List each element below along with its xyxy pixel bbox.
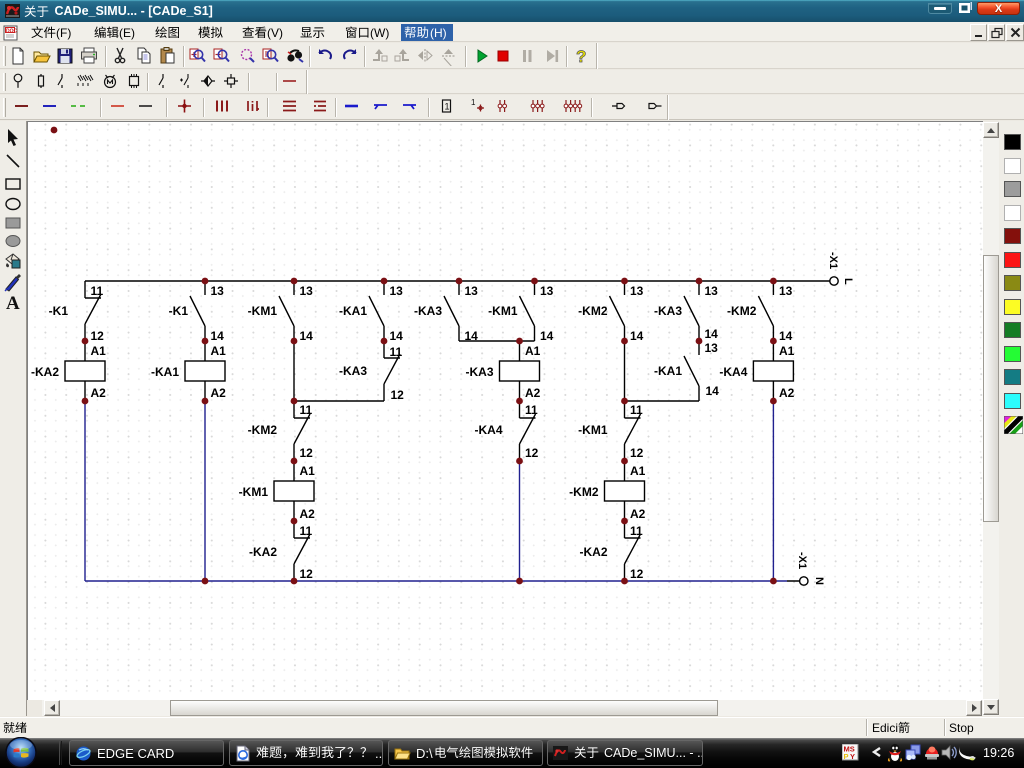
- svg-text:-KM2: -KM2: [569, 485, 599, 499]
- svg-text:14: 14: [390, 329, 404, 343]
- svg-text:12: 12: [91, 329, 105, 343]
- svg-text:14: 14: [779, 329, 793, 343]
- svg-text:-KM1: -KM1: [248, 304, 278, 318]
- svg-text:11: 11: [91, 284, 104, 298]
- svg-text:13: 13: [211, 284, 225, 298]
- svg-text:-KA4: -KA4: [719, 365, 747, 379]
- svg-text:13: 13: [705, 284, 719, 298]
- svg-text:A2: A2: [630, 507, 646, 521]
- svg-text:A1: A1: [211, 344, 227, 358]
- svg-text:-K1: -K1: [169, 304, 189, 318]
- svg-text:11: 11: [300, 403, 313, 417]
- svg-text:11: 11: [300, 524, 313, 538]
- svg-text:-KM1: -KM1: [488, 304, 518, 318]
- svg-text:-KA1: -KA1: [339, 304, 367, 318]
- svg-text:12: 12: [391, 388, 405, 402]
- svg-text:-X1: -X1: [796, 552, 808, 569]
- svg-text:-KA2: -KA2: [31, 365, 59, 379]
- svg-text:14: 14: [705, 327, 719, 341]
- svg-text:N: N: [813, 577, 825, 585]
- svg-text:13: 13: [390, 284, 404, 298]
- svg-text:14: 14: [540, 329, 554, 343]
- svg-text:13: 13: [540, 284, 554, 298]
- svg-text:-KM2: -KM2: [727, 304, 757, 318]
- svg-text:-KA4: -KA4: [474, 423, 502, 437]
- svg-text:13: 13: [630, 284, 644, 298]
- svg-text:14: 14: [706, 384, 720, 398]
- svg-text:-KA3: -KA3: [414, 304, 442, 318]
- svg-text:-KA3: -KA3: [654, 304, 682, 318]
- svg-text:A2: A2: [779, 386, 795, 400]
- svg-text:-KA1: -KA1: [654, 364, 682, 378]
- svg-text:-X1: -X1: [827, 252, 839, 269]
- svg-text:14: 14: [630, 329, 644, 343]
- svg-text:A1: A1: [630, 464, 646, 478]
- svg-text:-KA3: -KA3: [465, 365, 493, 379]
- svg-text:-KM2: -KM2: [578, 304, 608, 318]
- svg-text:A1: A1: [300, 464, 316, 478]
- svg-text:P: P: [844, 752, 849, 761]
- svg-text:14: 14: [211, 329, 225, 343]
- svg-text:A2: A2: [211, 386, 227, 400]
- svg-text:A2: A2: [525, 386, 541, 400]
- svg-text:A2: A2: [91, 386, 107, 400]
- svg-text:-KA1: -KA1: [151, 365, 179, 379]
- svg-text:12: 12: [300, 446, 314, 460]
- svg-text:14: 14: [300, 329, 314, 343]
- svg-text:13: 13: [705, 341, 719, 355]
- svg-text:A1: A1: [91, 344, 107, 358]
- svg-text:11: 11: [630, 524, 643, 538]
- svg-text:Y: Y: [850, 752, 855, 761]
- svg-text:14: 14: [465, 329, 479, 343]
- svg-text:13: 13: [779, 284, 793, 298]
- svg-text:A1: A1: [525, 344, 541, 358]
- svg-text:-KM1: -KM1: [239, 485, 269, 499]
- svg-text:-KA2: -KA2: [249, 545, 277, 559]
- svg-text:-K1: -K1: [49, 304, 69, 318]
- svg-text:11: 11: [390, 345, 403, 359]
- svg-text:11: 11: [525, 403, 538, 417]
- svg-text:12: 12: [630, 446, 644, 460]
- svg-text:11: 11: [630, 403, 643, 417]
- svg-text:A1: A1: [779, 344, 795, 358]
- svg-text:L: L: [842, 278, 854, 285]
- svg-text:-KM1: -KM1: [578, 423, 608, 437]
- svg-text:13: 13: [300, 284, 314, 298]
- svg-text:-KM2: -KM2: [248, 423, 278, 437]
- svg-text:A2: A2: [300, 507, 316, 521]
- svg-text:-KA2: -KA2: [579, 545, 607, 559]
- svg-text:12: 12: [300, 567, 314, 581]
- svg-text:12: 12: [630, 567, 644, 581]
- svg-text:12: 12: [525, 446, 539, 460]
- svg-text:13: 13: [465, 284, 479, 298]
- svg-text:-KA3: -KA3: [339, 364, 367, 378]
